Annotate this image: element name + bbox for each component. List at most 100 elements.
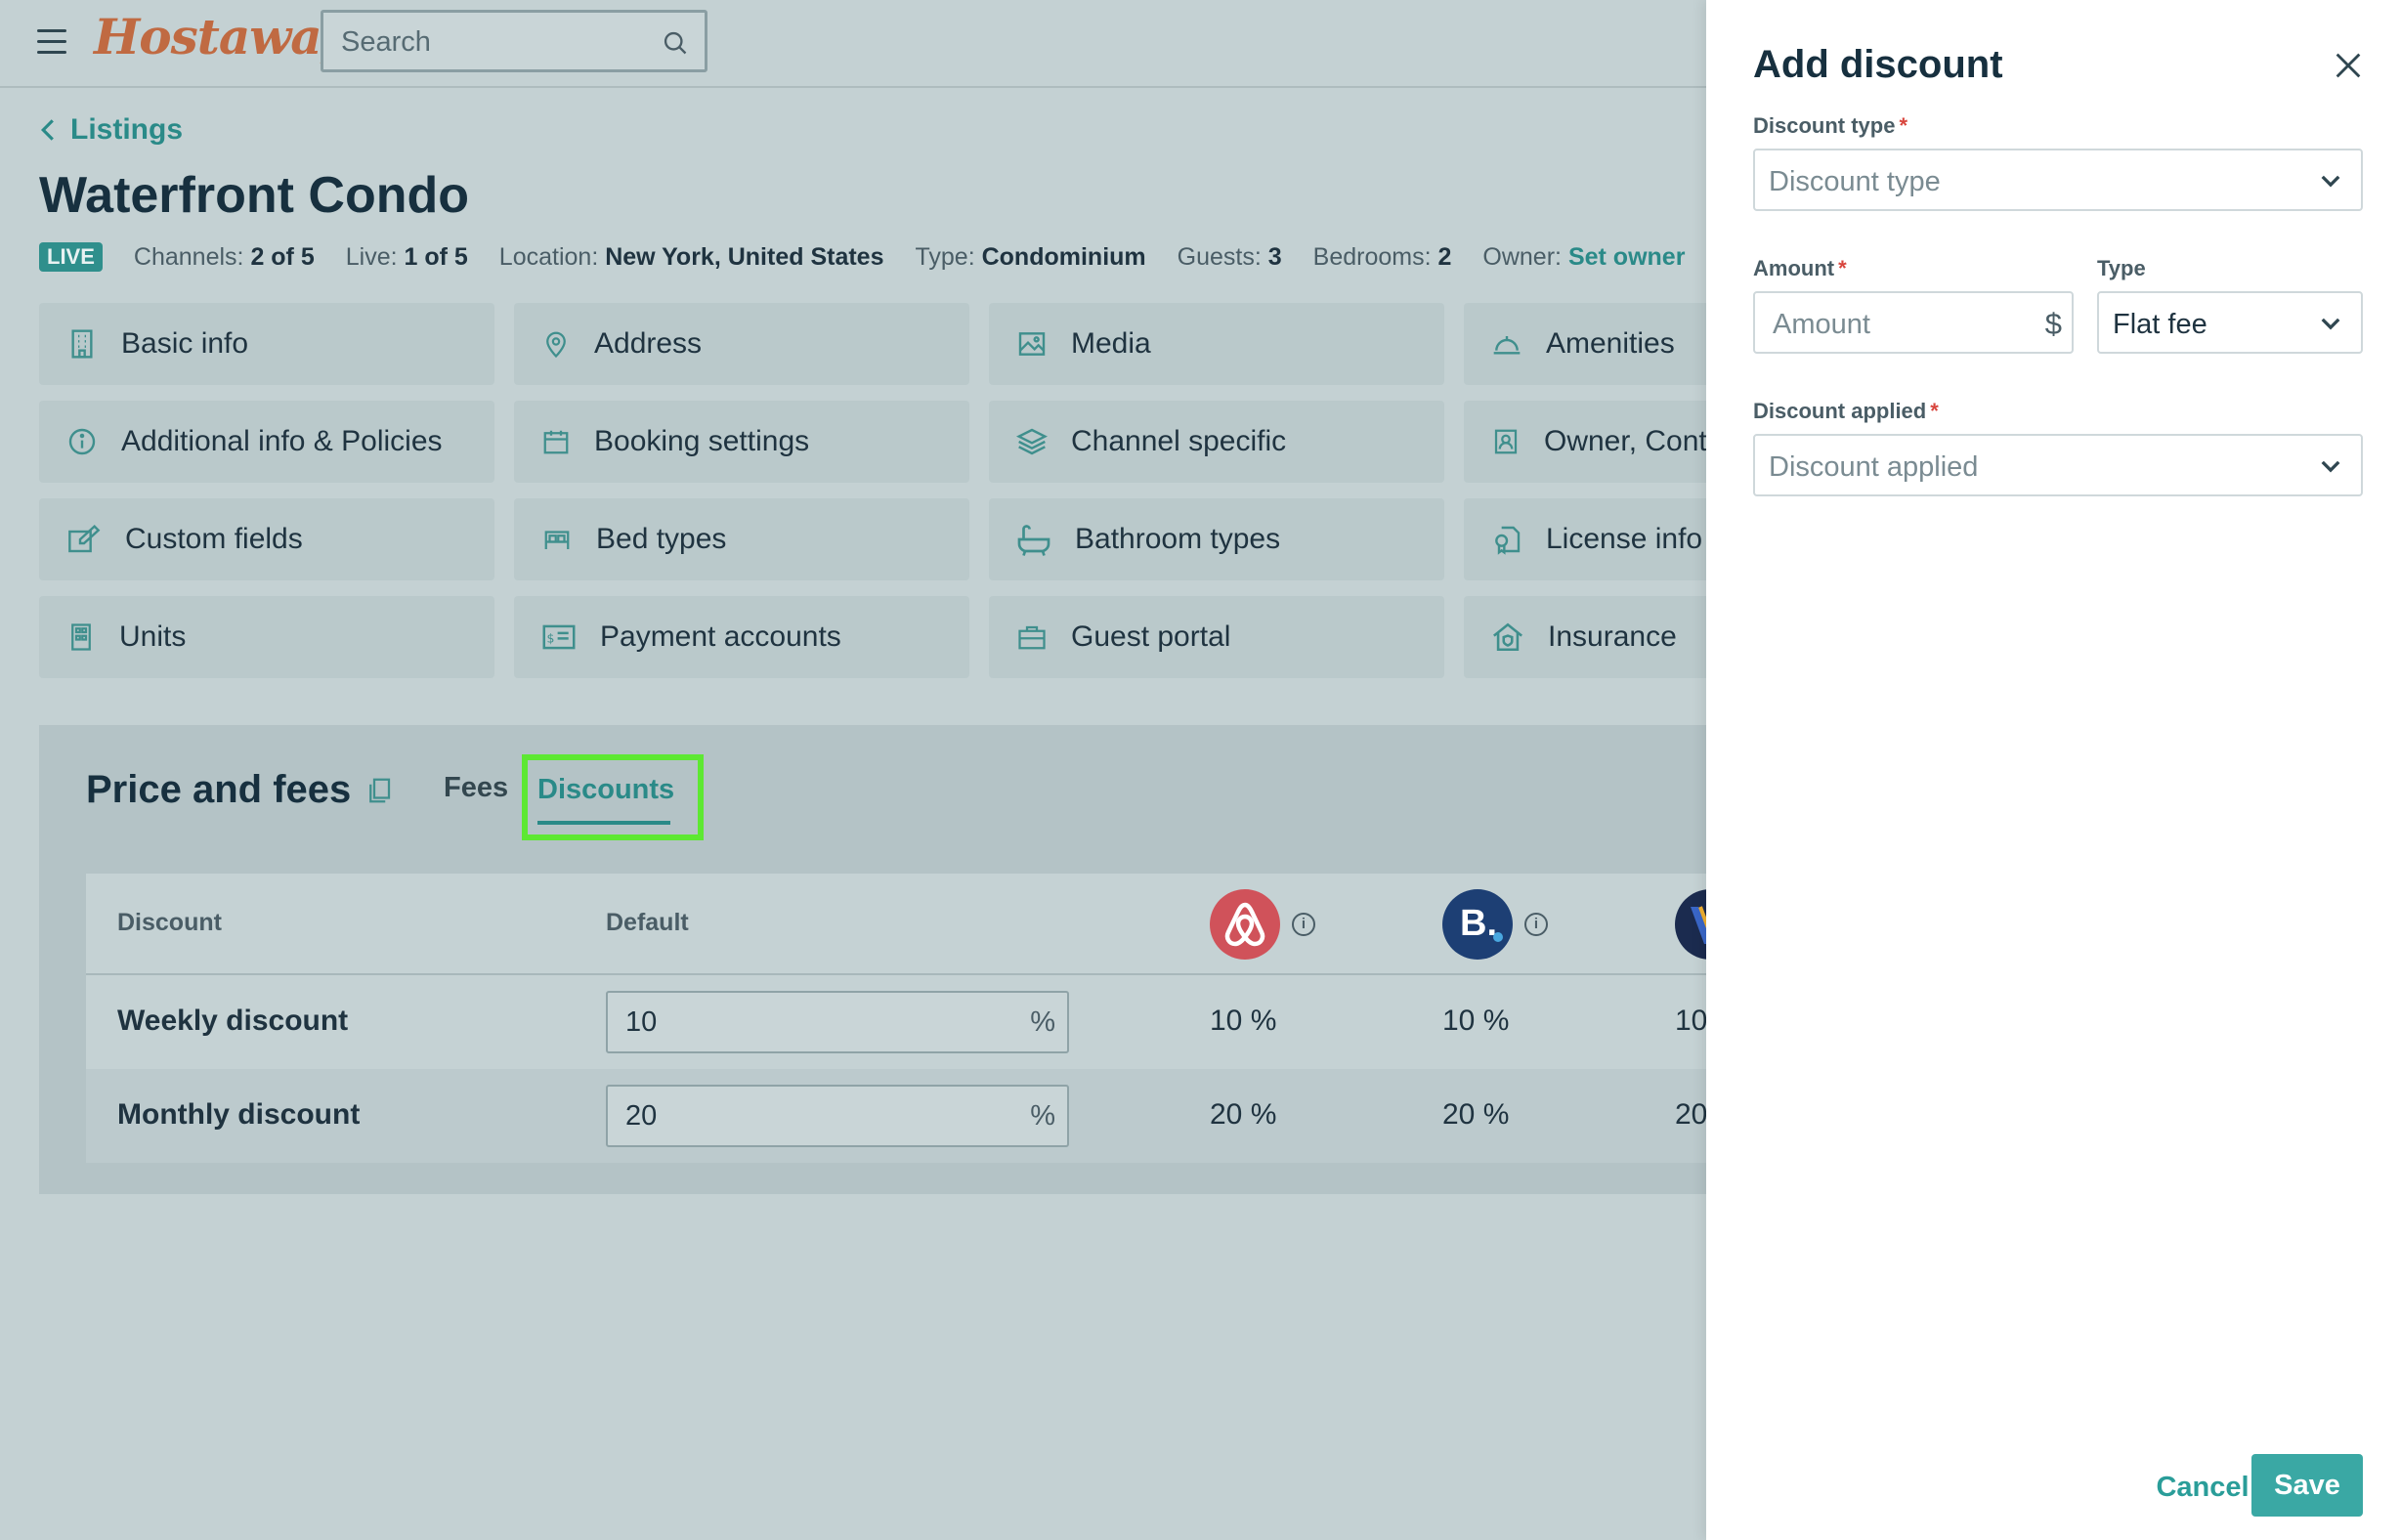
image-icon bbox=[1018, 332, 1046, 356]
tile-label: Channel specific bbox=[1071, 425, 1287, 457]
tile-label: Bathroom types bbox=[1075, 523, 1281, 555]
chevron-down-icon bbox=[2321, 318, 2340, 330]
meta-guests: Guests: 3 bbox=[1177, 242, 1282, 271]
tile-insurance[interactable]: Insurance bbox=[1464, 596, 1706, 678]
meta-channels: Channels: 2 of 5 bbox=[133, 242, 315, 271]
bed-icon bbox=[544, 531, 570, 549]
tab-fees[interactable]: Fees bbox=[444, 772, 508, 804]
tile-custom-fields[interactable]: Custom fields bbox=[39, 498, 494, 580]
listing-meta: LIVE Channels: 2 of 5 Live: 1 of 5 Locat… bbox=[39, 242, 1706, 272]
top-bar: Hostaway Search bbox=[0, 0, 1706, 88]
tile-bathroom-types[interactable]: Bathroom types bbox=[989, 498, 1444, 580]
price-and-fees-section: Price and fees Fees Discounts Discount D… bbox=[39, 725, 1706, 1194]
weekly-default-input[interactable]: 10 % bbox=[606, 991, 1069, 1053]
tile-label: Custom fields bbox=[125, 523, 303, 555]
svg-text:$: $ bbox=[547, 631, 555, 646]
table-row: Monthly discount 20 % 20 % 20 % 20 bbox=[86, 1069, 1706, 1163]
type-select[interactable]: Flat fee bbox=[2097, 291, 2363, 354]
row-label: Monthly discount bbox=[117, 1098, 361, 1131]
airbnb-info-icon[interactable]: i bbox=[1292, 913, 1315, 936]
discount-type-select[interactable]: Discount type bbox=[1753, 149, 2363, 211]
home-shield-icon bbox=[1493, 622, 1522, 652]
tab-discounts[interactable]: Discounts bbox=[522, 754, 704, 840]
tile-label: Amenities bbox=[1546, 327, 1675, 360]
tile-units[interactable]: Units bbox=[39, 596, 494, 678]
briefcase-icon bbox=[1018, 625, 1046, 650]
tile-label: Booking settings bbox=[594, 425, 810, 457]
type-label: Type bbox=[2097, 256, 2146, 280]
service-bell-icon bbox=[1493, 336, 1521, 355]
tile-label: Media bbox=[1071, 327, 1151, 360]
hostaway-logo[interactable]: Hostaway bbox=[94, 8, 350, 65]
tile-amenities[interactable]: Amenities bbox=[1464, 303, 1706, 385]
save-button[interactable]: Save bbox=[2251, 1454, 2363, 1517]
menu-icon[interactable] bbox=[37, 29, 66, 55]
chevron-down-icon bbox=[2321, 460, 2340, 473]
tile-license-info[interactable]: License info bbox=[1464, 498, 1706, 580]
status-badge: LIVE bbox=[39, 242, 103, 272]
booking-logo-icon: B. bbox=[1442, 889, 1513, 960]
col-discount: Discount bbox=[117, 909, 222, 936]
cancel-button[interactable]: Cancel bbox=[2136, 1456, 2269, 1519]
tile-label: Bed types bbox=[596, 523, 727, 555]
meta-owner: Owner: Set owner bbox=[1482, 242, 1686, 271]
monthly-default-input[interactable]: 20 % bbox=[606, 1085, 1069, 1147]
booking-value: 20 % bbox=[1442, 1098, 1510, 1131]
tile-label: Guest portal bbox=[1071, 620, 1231, 653]
vrbo-logo-icon bbox=[1675, 889, 1706, 960]
tile-payment-accounts[interactable]: $ Payment accounts bbox=[514, 596, 969, 678]
meta-bedrooms: Bedrooms: 2 bbox=[1312, 242, 1452, 271]
amount-input[interactable]: Amount $ bbox=[1753, 291, 2074, 354]
drawer-title: Add discount bbox=[1753, 43, 2003, 86]
tile-channel-specific[interactable]: Channel specific bbox=[989, 401, 1444, 483]
tile-media[interactable]: Media bbox=[989, 303, 1444, 385]
tile-basic-info[interactable]: Basic info bbox=[39, 303, 494, 385]
tile-guest-portal[interactable]: Guest portal bbox=[989, 596, 1444, 678]
chevron-down-icon bbox=[2321, 175, 2340, 188]
row-label: Weekly discount bbox=[117, 1005, 349, 1037]
table-header: Discount Default i B. i bbox=[86, 874, 1706, 975]
close-icon[interactable] bbox=[2332, 49, 2365, 82]
discount-applied-select[interactable]: Discount applied bbox=[1753, 434, 2363, 496]
add-discount-drawer: Add discount Discount type * Discount typ… bbox=[1706, 0, 2400, 1540]
meta-live: Live: 1 of 5 bbox=[345, 242, 468, 271]
airbnb-value: 10 % bbox=[1210, 1005, 1277, 1037]
bathtub-icon bbox=[1017, 525, 1050, 556]
section-title: Price and fees bbox=[86, 768, 394, 812]
info-icon bbox=[68, 428, 96, 455]
copy-icon[interactable] bbox=[364, 775, 394, 806]
listing-page: Hostaway Search Listings Waterfront Cond… bbox=[0, 0, 1706, 1540]
page-title: Waterfront Condo bbox=[39, 167, 469, 224]
tile-label: Owner, Contacts bbox=[1544, 425, 1706, 457]
tile-bed-types[interactable]: Bed types bbox=[514, 498, 969, 580]
layers-icon bbox=[1016, 428, 1048, 455]
booking-info-icon[interactable]: i bbox=[1524, 913, 1548, 936]
tile-address[interactable]: Address bbox=[514, 303, 969, 385]
tile-additional-info[interactable]: Additional info & Policies bbox=[39, 401, 494, 483]
set-owner-link[interactable]: Set owner bbox=[1568, 243, 1685, 271]
tile-booking-settings[interactable]: Booking settings bbox=[514, 401, 969, 483]
edit-icon bbox=[68, 525, 101, 553]
units-icon bbox=[71, 623, 91, 651]
license-icon bbox=[1495, 526, 1521, 555]
tile-owner-contacts[interactable]: Owner, Contacts bbox=[1464, 401, 1706, 483]
search-input[interactable]: Search bbox=[321, 10, 707, 72]
contact-card-icon bbox=[1494, 429, 1518, 454]
tab-discounts-label: Discounts bbox=[537, 774, 675, 805]
breadcrumb-back-link[interactable]: Listings bbox=[39, 113, 183, 147]
tile-label: License info bbox=[1546, 523, 1703, 555]
discounts-table: Discount Default i B. i Weekly discount bbox=[86, 874, 1706, 1163]
chevron-left-icon bbox=[40, 119, 54, 141]
tile-label: Additional info & Policies bbox=[121, 425, 443, 457]
amount-label: Amount * bbox=[1753, 256, 1847, 280]
currency-symbol: $ bbox=[2044, 307, 2062, 341]
tile-label: Insurance bbox=[1548, 620, 1677, 653]
discount-type-label: Discount type * bbox=[1753, 113, 1908, 138]
booking-value: 10 % bbox=[1442, 1005, 1510, 1037]
calendar-icon bbox=[543, 430, 569, 454]
vrbo-value: 10 bbox=[1675, 1005, 1706, 1037]
search-icon bbox=[664, 31, 687, 55]
map-pin-icon bbox=[546, 331, 566, 359]
meta-location: Location: New York, United States bbox=[498, 242, 884, 271]
meta-type: Type: Condominium bbox=[915, 242, 1146, 271]
